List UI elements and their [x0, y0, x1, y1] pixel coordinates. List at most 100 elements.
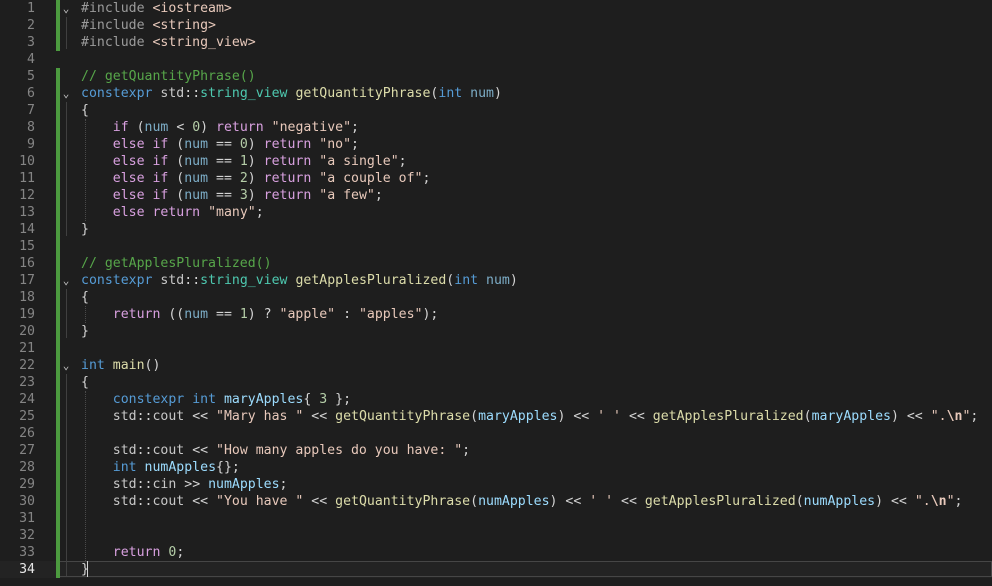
code-token: ( [168, 137, 185, 152]
code-token: maryApples [223, 392, 304, 407]
code-token: "many" [208, 205, 256, 220]
code-line[interactable]: 16 // getApplesPluralized() [0, 255, 992, 272]
code-line[interactable]: 18 { [0, 289, 992, 306]
code-text: constexpr std::string_view getQuantityPh… [81, 85, 502, 102]
line-number: 34 [19, 562, 35, 577]
code-line[interactable]: 25 std::cout << "Mary has " << getQuanti… [0, 408, 992, 425]
code-token: ' ' [597, 409, 621, 424]
indent-guide [85, 391, 86, 561]
fold-chevron-icon[interactable]: ⌄ [60, 357, 72, 374]
code-token: else if [112, 154, 169, 169]
code-token: getQuantityPhrase [295, 86, 431, 101]
code-line[interactable]: 21 [0, 340, 992, 357]
line-number: 3 [27, 35, 35, 50]
code-text: int numApples{}; [81, 459, 240, 476]
code-token: \n [946, 409, 963, 424]
code-text: else if (num == 3) return "a few"; [81, 187, 383, 204]
code-token: int [112, 460, 137, 475]
code-token: num [470, 86, 494, 101]
code-token: " [946, 494, 955, 509]
code-line[interactable]: 33 return 0; [0, 544, 992, 561]
code-text: else if (num == 2) return "a couple of"; [81, 170, 431, 187]
code-token: ) << [549, 494, 590, 509]
code-line[interactable]: 30 std::cout << "You have " << getQuanti… [0, 493, 992, 510]
code-line[interactable]: 2 #include <string> [0, 17, 992, 34]
code-line[interactable]: 9 else if (num == 0) return "no"; [0, 136, 992, 153]
line-number: 19 [19, 307, 35, 322]
code-token: std [112, 443, 137, 458]
line-number: 21 [19, 341, 35, 356]
code-token: num [184, 188, 209, 203]
code-token: numApples [803, 494, 876, 509]
code-line[interactable]: 20} [0, 323, 992, 340]
fold-chevron-icon[interactable]: ⌄ [60, 85, 72, 102]
code-line[interactable]: 8 if (num < 0) return "negative"; [0, 119, 992, 136]
code-line[interactable]: 15 [0, 238, 992, 255]
code-line[interactable]: 28 int numApples{}; [0, 459, 992, 476]
code-line[interactable]: 29 std::cin >> numApples; [0, 476, 992, 493]
code-line[interactable]: 6 ⌄ constexpr std::string_view getQuantity… [0, 85, 992, 102]
code-token: << [613, 494, 645, 509]
code-token: "apples" [358, 307, 423, 322]
code-line[interactable]: 10 else if (num == 1) return "a single"; [0, 153, 992, 170]
code-token: { [81, 103, 89, 118]
code-token: cout [152, 409, 185, 424]
fold-chevron-icon[interactable]: ⌄ [60, 272, 72, 289]
code-line[interactable]: 23 { [0, 374, 992, 391]
line-number: 4 [27, 52, 35, 67]
code-token: cout [152, 443, 185, 458]
code-token: num [486, 273, 510, 288]
line-number: 16 [19, 256, 35, 271]
code-text: return ((num == 1) ? "apple" : "apples")… [81, 306, 439, 323]
code-token: int [438, 86, 463, 101]
code-line[interactable]: 31 [0, 510, 992, 527]
code-text: std::cout << "How many apples do you hav… [81, 442, 470, 459]
code-line[interactable]: 24 constexpr int maryApples{ 3 }; [0, 391, 992, 408]
code-token: num [184, 171, 209, 186]
code-token: // getQuantityPhrase() [81, 69, 256, 84]
code-token: int [454, 273, 479, 288]
code-line[interactable]: 22 ⌄ int main() [0, 357, 992, 374]
code-line[interactable]: 32 [0, 527, 992, 544]
line-number: 30 [19, 494, 35, 509]
code-token: getApplesPluralized [644, 494, 796, 509]
code-line[interactable]: 5 // getQuantityPhrase() [0, 68, 992, 85]
code-line[interactable]: 12 else if (num == 3) return "a few"; [0, 187, 992, 204]
code-line[interactable]: 3 #include <string_view> [0, 34, 992, 51]
fold-region-guide [66, 17, 67, 49]
code-token: << [184, 409, 217, 424]
code-token: : [335, 307, 359, 322]
code-line[interactable]: 19 return ((num == 1) ? "apple" : "apple… [0, 306, 992, 323]
code-token: ; [422, 171, 431, 186]
code-line[interactable]: 17 ⌄ constexpr std::string_view getApplesP… [0, 272, 992, 289]
code-token: constexpr [81, 273, 153, 288]
code-token: int [81, 358, 105, 373]
line-number: 13 [19, 205, 35, 220]
code-text: } [81, 323, 89, 340]
code-token: else return [112, 205, 201, 220]
code-editor[interactable]: 1 ⌄ #include <iostream> 2 #include <string> 3… [0, 0, 992, 586]
code-line[interactable]: 11 else if (num == 2) return "a couple o… [0, 170, 992, 187]
code-line[interactable]: 34} [0, 561, 992, 578]
code-line[interactable]: 14} [0, 221, 992, 238]
code-token: "apple" [279, 307, 336, 322]
code-token: else if [112, 137, 169, 152]
code-token: :: [184, 273, 201, 288]
code-line[interactable]: 4 [0, 51, 992, 68]
line-number: 27 [19, 443, 35, 458]
code-line[interactable]: 26 [0, 425, 992, 442]
line-number: 18 [19, 290, 35, 305]
code-token: std [112, 494, 137, 509]
fold-chevron-icon[interactable]: ⌄ [60, 0, 72, 17]
code-token: int [192, 392, 217, 407]
code-line[interactable]: 1 ⌄ #include <iostream> [0, 0, 992, 17]
code-line[interactable]: 27 std::cout << "How many apples do you … [0, 442, 992, 459]
code-token: "Mary has " [216, 409, 304, 424]
code-line[interactable]: 7{ [0, 102, 992, 119]
code-token: == [208, 154, 240, 169]
code-line[interactable]: 13 else return "many"; [0, 204, 992, 221]
code-text: std::cout << "Mary has " << getQuantityP… [81, 408, 979, 425]
